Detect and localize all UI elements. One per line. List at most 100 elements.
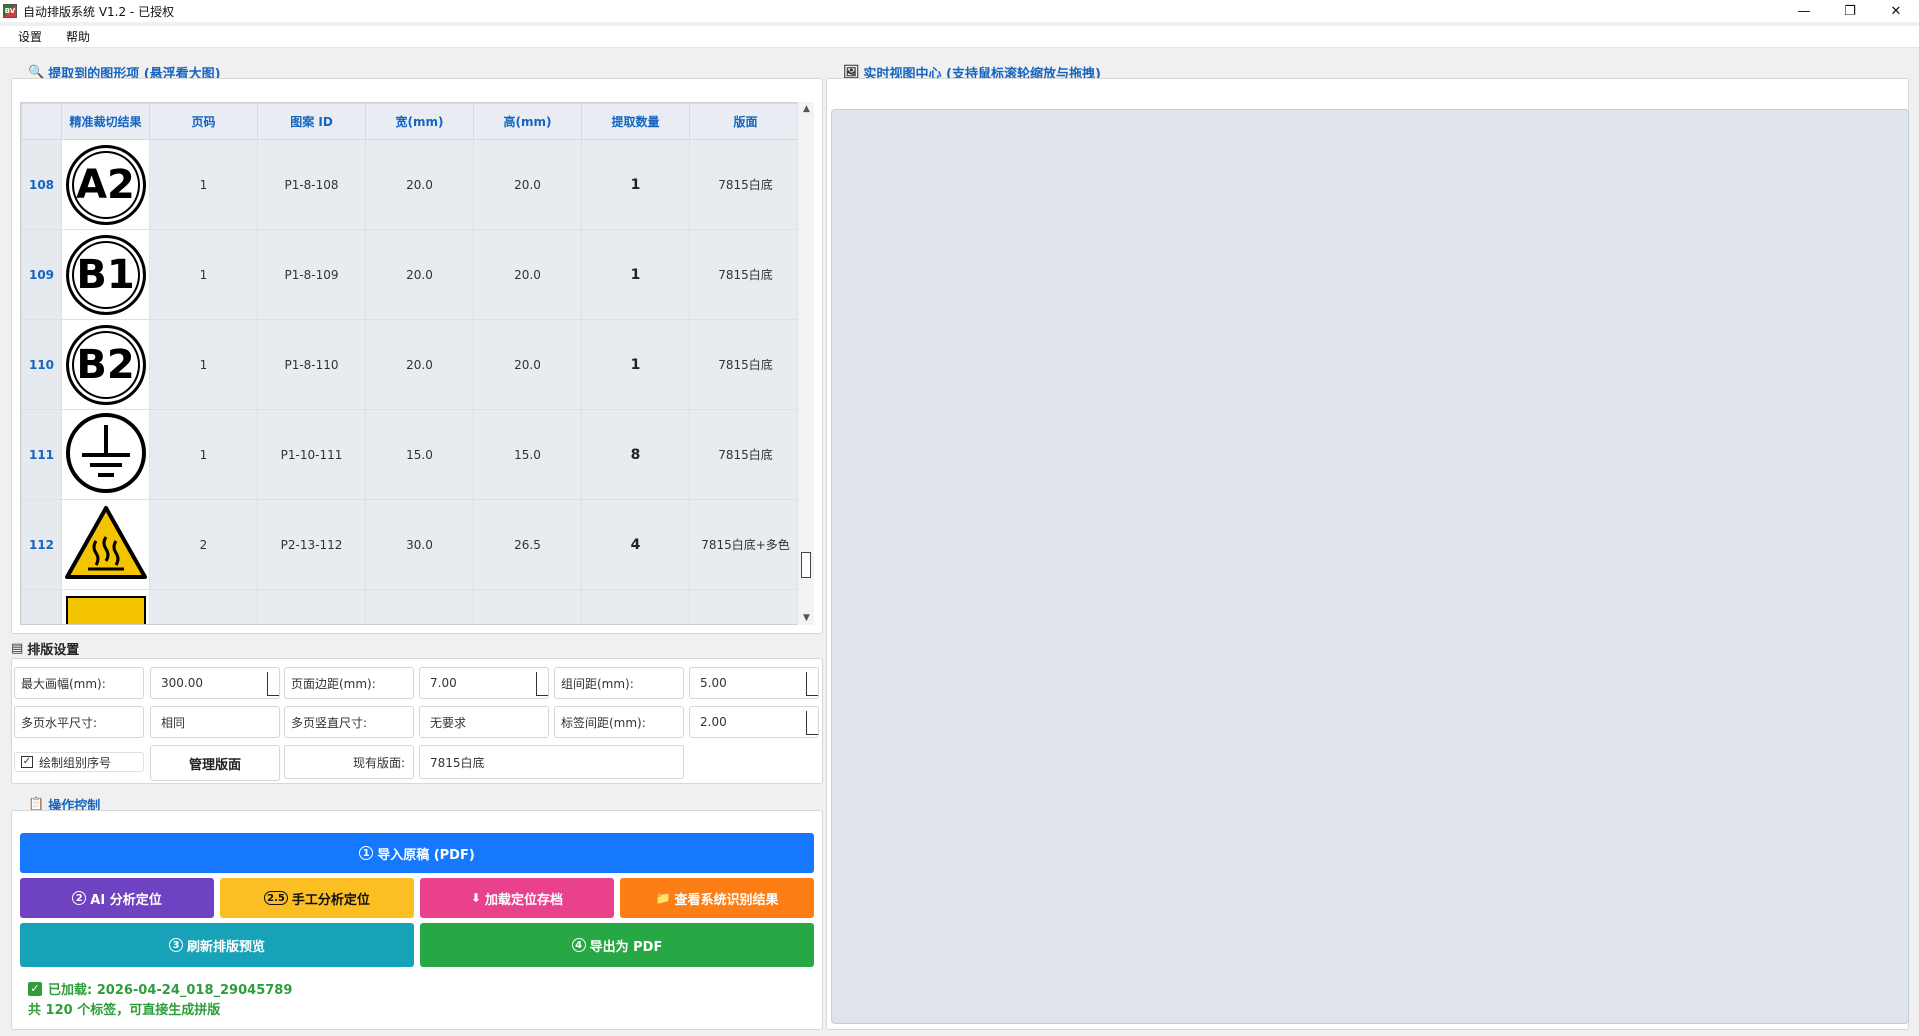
export-pdf-button[interactable]: 4 导出为 PDF	[420, 923, 814, 967]
cell-id: P1-8-109	[257, 229, 366, 320]
cell-qty: 1	[581, 319, 690, 410]
status-count: 共 120 个标签，可直接生成拼版	[28, 1003, 221, 1018]
table-row[interactable]	[21, 589, 802, 624]
col-header-page[interactable]: 页码	[149, 103, 258, 140]
table-header: 精准裁切结果 页码 图案 ID 宽(mm) 高(mm) 提取数量 版面	[21, 103, 802, 140]
refresh-preview-button[interactable]: 3 刷新排版预览	[20, 923, 414, 967]
cell-page: 1	[149, 229, 258, 320]
cell-id: P1-8-110	[257, 319, 366, 410]
cell-width: 30.0	[365, 499, 474, 590]
layout-settings-title: ▤ 排版设置	[11, 641, 80, 658]
thumbnail[interactable]	[61, 409, 150, 500]
cell-width: 20.0	[365, 139, 474, 230]
cell-width: 20.0	[365, 319, 474, 410]
checkbox-checked-icon[interactable]: ✓	[21, 756, 33, 768]
row-number: 108	[21, 139, 62, 230]
cell-id: P1-8-108	[257, 139, 366, 230]
table-row[interactable]: 109 B1 1 P1-8-109 20.0 20.0 1 7815白底	[21, 229, 802, 320]
window-title: 自动排版系统 V1.2 - 已授权	[23, 4, 175, 19]
group-gap-input[interactable]: 5.00	[689, 667, 819, 699]
cell-id: P2-13-112	[257, 499, 366, 590]
status-loaded: ✓ 已加载: 2026-04-24_018_29045789	[28, 979, 292, 998]
manage-layout-button[interactable]: 管理版面	[150, 745, 280, 781]
cell-layout: 7815白底	[689, 139, 802, 230]
multi-h-select[interactable]: 相同	[150, 706, 280, 738]
cell-width: 20.0	[365, 229, 474, 320]
scroll-down-icon[interactable]: ▼	[798, 611, 815, 625]
col-header-width[interactable]: 宽(mm)	[365, 103, 474, 140]
current-layout-label: 现有版面:	[284, 745, 414, 779]
load-archive-button[interactable]: ⬇ 加载定位存档	[420, 878, 614, 918]
menu-bar: 设置 帮助	[0, 26, 1919, 48]
check-mark-icon: ✓	[28, 981, 42, 996]
step-1-icon: 1	[359, 846, 374, 860]
cell-layout: 7815白底+多色	[689, 499, 802, 590]
multi-v-label: 多页竖直尺寸:	[284, 706, 414, 738]
view-results-button[interactable]: 📁 查看系统识别结果	[620, 878, 814, 918]
menu-help[interactable]: 帮助	[52, 28, 100, 45]
cell-page: 1	[149, 139, 258, 230]
step-2-5-icon: 2.5	[264, 891, 288, 905]
col-header-layout[interactable]: 版面	[689, 103, 802, 140]
cell-qty: 8	[581, 409, 690, 500]
table-row[interactable]: 110 B2 1 P1-8-110 20.0 20.0 1 7815白底	[21, 319, 802, 410]
b1-label-thumb: B1	[65, 234, 146, 315]
hot-surface-warning-icon	[64, 506, 147, 579]
thumbnail[interactable]	[61, 499, 150, 590]
ai-analyze-button[interactable]: 2 AI 分析定位	[20, 878, 214, 918]
import-pdf-button[interactable]: 1 导入原稿 (PDF)	[20, 833, 814, 873]
restore-button[interactable]: ❐	[1827, 0, 1873, 22]
cell-height: 15.0	[473, 409, 582, 500]
group-gap-label: 组间距(mm):	[554, 667, 684, 699]
step-4-icon: 4	[571, 938, 586, 952]
table-row[interactable]: 112 2 P2-13-112 30.0 26.5 4 7815白底+多色	[21, 499, 802, 590]
page-margin-input[interactable]: 7.00	[419, 667, 549, 699]
spinner-icon[interactable]	[806, 711, 818, 735]
b2-label-thumb: B2	[65, 324, 146, 405]
app-icon: BV	[3, 4, 17, 18]
cell-layout: 7815白底	[689, 409, 802, 500]
spinner-icon[interactable]	[536, 672, 548, 696]
cell-height: 20.0	[473, 229, 582, 320]
row-number: 111	[21, 409, 62, 500]
cell-qty: 1	[581, 139, 690, 230]
cell-layout: 7815白底	[689, 319, 802, 410]
preview-canvas[interactable]	[831, 109, 1909, 1024]
col-header-thumb[interactable]: 精准裁切结果	[61, 103, 150, 140]
window-controls: — ❐ ✕	[1781, 0, 1919, 22]
cell-id: P1-10-111	[257, 409, 366, 500]
menu-settings[interactable]: 设置	[0, 28, 52, 45]
multi-h-label: 多页水平尺寸:	[14, 706, 144, 738]
ground-symbol-icon	[65, 413, 146, 493]
spinner-icon[interactable]	[806, 672, 818, 696]
draw-group-no-checkbox[interactable]: ✓ 绘制组别序号	[14, 752, 144, 772]
page-margin-label: 页面边距(mm):	[284, 667, 414, 699]
spinner-icon[interactable]	[267, 672, 279, 696]
cell-page: 1	[149, 409, 258, 500]
close-button[interactable]: ✕	[1873, 0, 1919, 22]
label-gap-label: 标签间距(mm):	[554, 706, 684, 738]
cell-height: 20.0	[473, 139, 582, 230]
thumbnail[interactable]: A2	[61, 139, 150, 230]
manual-analyze-button[interactable]: 2.5 手工分析定位	[220, 878, 414, 918]
thumbnail[interactable]: B1	[61, 229, 150, 320]
col-header-id[interactable]: 图案 ID	[257, 103, 366, 140]
row-number: 109	[21, 229, 62, 320]
label-gap-input[interactable]: 2.00	[689, 706, 819, 738]
cell-qty: 1	[581, 229, 690, 320]
multi-v-select[interactable]: 无要求	[419, 706, 549, 738]
scroll-up-icon[interactable]: ▲	[798, 102, 815, 116]
minimize-button[interactable]: —	[1781, 0, 1827, 22]
col-header-qty[interactable]: 提取数量	[581, 103, 690, 140]
thumbnail[interactable]: B2	[61, 319, 150, 410]
col-header-height[interactable]: 高(mm)	[473, 103, 582, 140]
thumbnail[interactable]	[61, 589, 150, 624]
max-width-input[interactable]: 300.00	[150, 667, 280, 699]
scroll-thumb[interactable]	[801, 552, 811, 578]
title-bar: BV 自动排版系统 V1.2 - 已授权 — ❐ ✕	[0, 0, 1919, 22]
tray-icon: ⬇	[470, 891, 482, 905]
cell-page: 2	[149, 499, 258, 590]
table-row[interactable]: 111 1 P1-10-111 15.0 15.0 8 7815白底	[21, 409, 802, 500]
table-row[interactable]: 108 A2 1 P1-8-108 20.0 20.0 1 7815白底	[21, 139, 802, 230]
table-scrollbar[interactable]: ▲ ▼	[797, 102, 814, 625]
